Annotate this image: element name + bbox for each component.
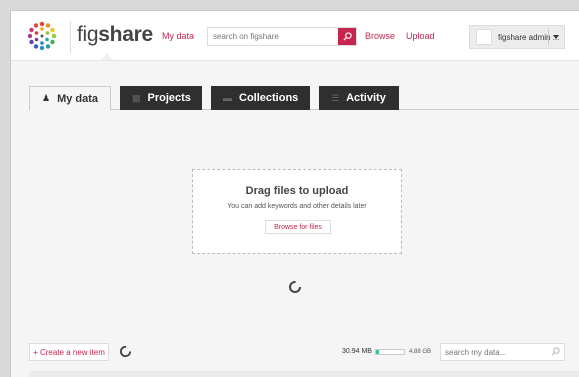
tab-label: Projects bbox=[147, 92, 191, 104]
search-button[interactable] bbox=[338, 28, 356, 45]
figshare-logo-icon[interactable] bbox=[27, 21, 57, 51]
tab-projects[interactable]: ▩ Projects bbox=[120, 86, 202, 110]
tab-collections[interactable]: ▬ Collections bbox=[211, 86, 310, 110]
browse-files-button[interactable]: Browse for files bbox=[265, 220, 331, 234]
user-menu[interactable]: figshare admin ... bbox=[469, 25, 565, 49]
figshare-wordmark[interactable]: figshare bbox=[77, 23, 153, 47]
nav-my-data[interactable]: My data bbox=[162, 31, 194, 41]
search-box bbox=[207, 27, 357, 46]
avatar bbox=[476, 29, 492, 45]
logo-divider bbox=[70, 21, 71, 53]
chevron-down-icon[interactable] bbox=[553, 35, 559, 39]
search-icon bbox=[342, 32, 352, 41]
user-name: figshare admin ... bbox=[498, 33, 560, 42]
tab-label: My data bbox=[57, 92, 99, 105]
app-window: figshare My data Browse Upload figshare … bbox=[10, 10, 579, 377]
dropzone-title: Drag files to upload bbox=[245, 185, 349, 197]
nav-browse[interactable]: Browse bbox=[365, 31, 395, 41]
list-header-strip bbox=[29, 371, 579, 377]
storage-quota: 4.88 GB bbox=[409, 349, 432, 355]
header-notch bbox=[101, 53, 113, 60]
loading-spinner-icon bbox=[289, 281, 301, 293]
create-new-item-button[interactable]: + Create a new item bbox=[29, 343, 109, 361]
wordmark-bold: share bbox=[98, 23, 153, 46]
top-header: figshare My data Browse Upload figshare … bbox=[11, 11, 579, 61]
dropzone-subtitle: You can add keywords and other details l… bbox=[227, 203, 367, 210]
list-icon: ☰ bbox=[331, 92, 340, 103]
tab-activity[interactable]: ☰ Activity bbox=[319, 86, 399, 110]
main-tabs: ♟ My data ▩ Projects ▬ Collections ☰ Act… bbox=[29, 86, 579, 111]
search-my-data-input[interactable] bbox=[441, 344, 546, 360]
search-input[interactable] bbox=[208, 28, 332, 45]
storage-used: 30.94 MB bbox=[342, 348, 372, 355]
loading-spinner-icon bbox=[119, 345, 132, 358]
user-menu-divider bbox=[548, 29, 549, 45]
storage-usage-fill bbox=[376, 350, 379, 354]
folder-icon: ▩ bbox=[132, 92, 141, 103]
tab-label: Collections bbox=[239, 92, 299, 104]
tab-my-data[interactable]: ♟ My data bbox=[29, 86, 111, 111]
storage-usage-bar bbox=[375, 349, 405, 355]
collection-icon: ▬ bbox=[223, 93, 232, 103]
wordmark-light: fig bbox=[77, 23, 99, 46]
search-icon[interactable] bbox=[551, 347, 560, 356]
nav-upload[interactable]: Upload bbox=[406, 31, 435, 41]
tab-label: Activity bbox=[346, 92, 386, 104]
upload-dropzone[interactable]: Drag files to upload You can add keyword… bbox=[192, 169, 402, 254]
search-my-data-box bbox=[440, 343, 565, 361]
person-icon: ♟ bbox=[42, 93, 51, 103]
